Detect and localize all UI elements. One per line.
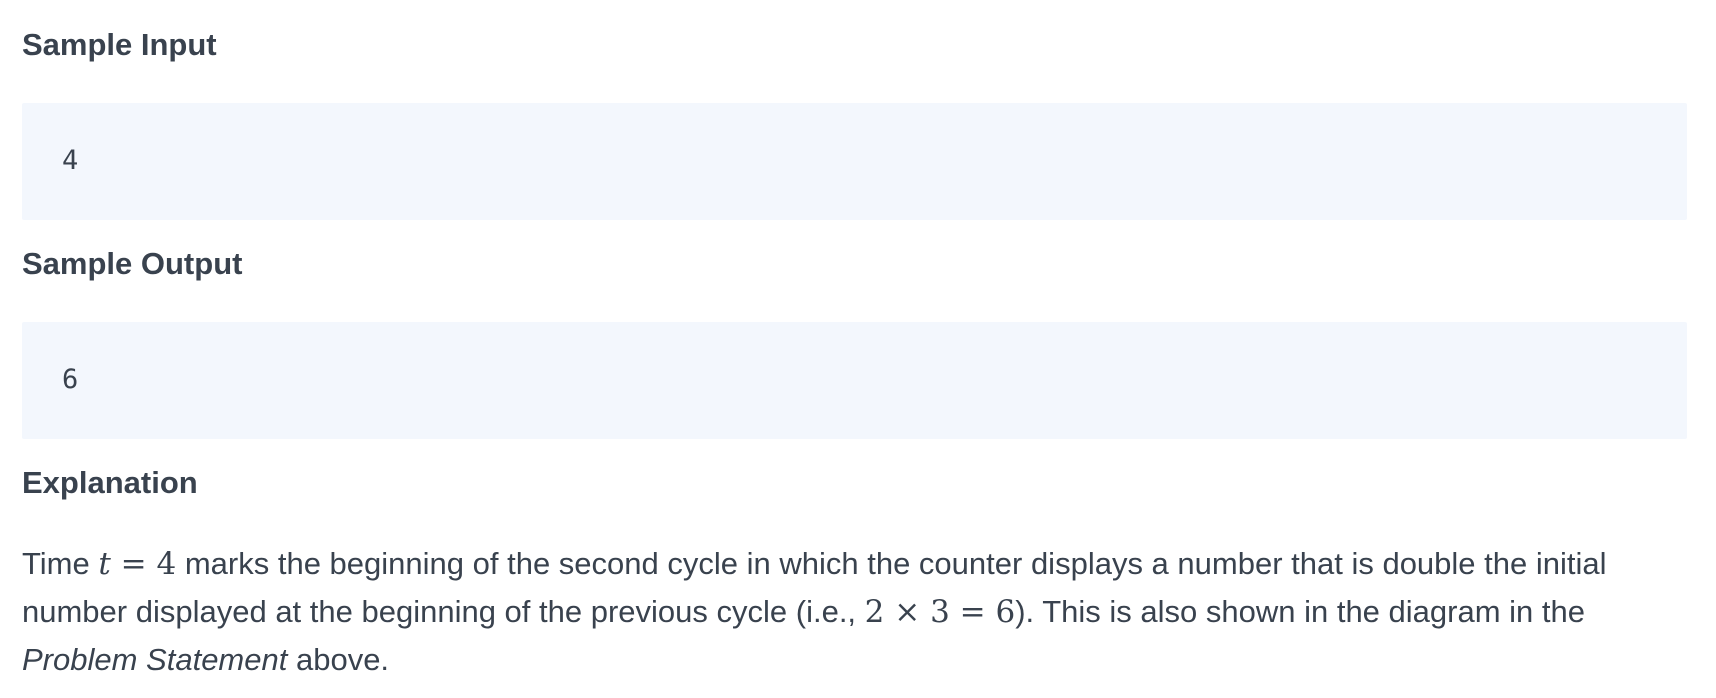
math-equals-four: = 4: [110, 546, 177, 582]
explanation-text-part-4: above.: [287, 642, 390, 677]
explanation-text-part-3: ). This is also shown in the diagram in …: [1015, 594, 1585, 629]
explanation-text: Time t = 4 marks the beginning of the se…: [22, 540, 1687, 684]
sample-input-box[interactable]: 4: [22, 103, 1687, 220]
math-variable-t: t: [98, 546, 111, 582]
math-time-equation: t = 4: [98, 546, 176, 582]
sample-input-value[interactable]: 4: [62, 145, 78, 177]
sample-output-heading: Sample Output: [22, 246, 243, 281]
sample-output-value[interactable]: 6: [62, 364, 78, 396]
explanation-text-part-1: Time: [22, 546, 99, 581]
explanation-heading: Explanation: [22, 465, 198, 500]
problem-statement-reference: Problem Statement: [22, 642, 288, 677]
sample-input-heading: Sample Input: [22, 27, 217, 62]
sample-output-box[interactable]: 6: [22, 322, 1687, 439]
math-multiplication: 2 × 3 = 6: [864, 594, 1016, 630]
